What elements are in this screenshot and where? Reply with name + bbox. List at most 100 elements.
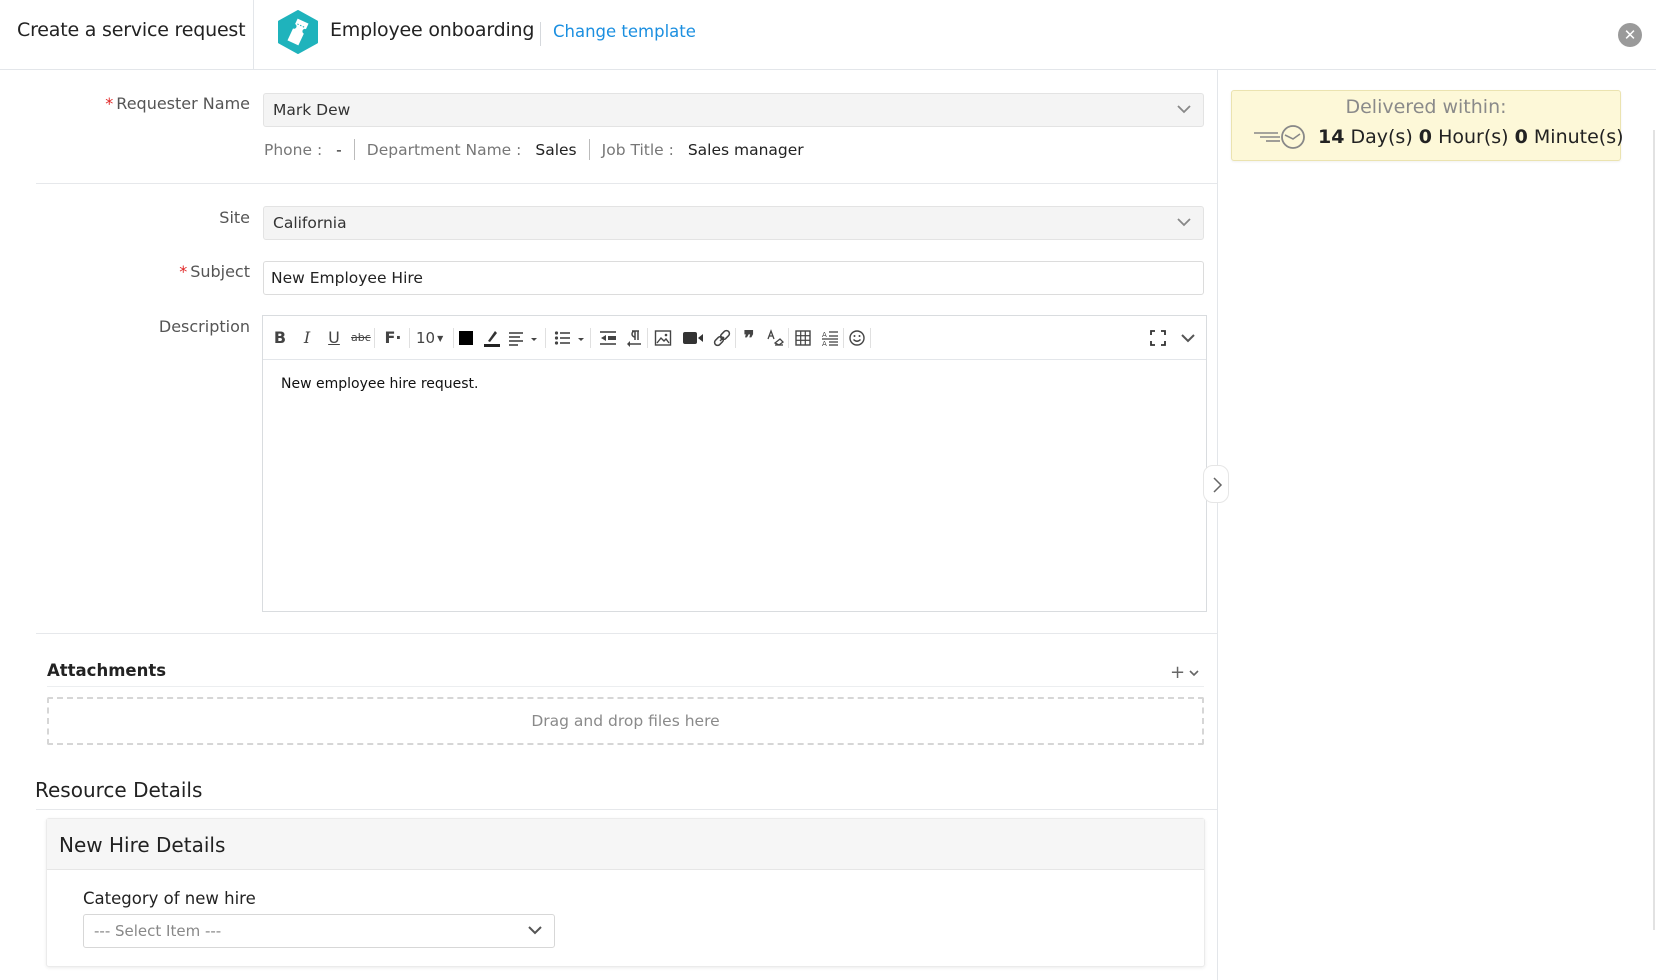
caret-down-icon: ▼: [437, 333, 444, 343]
font-size-dropdown[interactable]: 10 ▼: [416, 328, 450, 348]
italic-icon: I: [303, 328, 311, 347]
toolbar-separator: [374, 328, 375, 348]
insert-link-button[interactable]: [713, 328, 731, 348]
font-family-icon: F·: [384, 328, 402, 347]
new-hire-details-card: New Hire Details Category of new hire --…: [46, 818, 1205, 967]
editor-toolbar: B I U abc F· 10 ▼ ❞ AA: [263, 316, 1206, 360]
clear-format-button[interactable]: [766, 328, 784, 348]
insert-image-button[interactable]: [654, 328, 672, 348]
site-select[interactable]: California: [263, 206, 1204, 240]
line-height-icon: AA: [822, 331, 838, 348]
fast-clock-icon: [1254, 125, 1305, 149]
sla-days: 14: [1318, 126, 1345, 148]
category-select[interactable]: --- Select Item ---: [83, 914, 555, 948]
insert-table-button[interactable]: [794, 328, 812, 348]
file-dropzone[interactable]: Drag and drop files here: [47, 697, 1204, 745]
sla-duration: 14 Day(s) 0 Hour(s) 0 Minute(s): [1252, 123, 1624, 151]
description-label: Description: [158, 317, 250, 336]
divider: [588, 139, 590, 160]
list-dropdown[interactable]: [554, 328, 586, 348]
toolbar-separator: [870, 328, 871, 348]
sla-panel: Delivered within: 14 Day(s) 0 Hour(s) 0 …: [1231, 90, 1624, 161]
section-divider: [36, 183, 1217, 184]
font-size-value: 10: [416, 329, 436, 347]
blockquote-button[interactable]: ❞: [740, 328, 758, 348]
subject-input[interactable]: [263, 261, 1204, 295]
italic-button[interactable]: I: [299, 328, 315, 348]
subject-label: * Subject: [179, 262, 250, 281]
strikethrough-button[interactable]: abc: [351, 328, 371, 348]
link-icon: [713, 329, 731, 347]
requester-info: Phone : - Department Name : Sales Job Ti…: [264, 139, 804, 160]
sla-hours-unit: Hour(s): [1438, 126, 1509, 148]
line-height-button[interactable]: AA: [821, 328, 839, 348]
close-button[interactable]: ✕: [1618, 23, 1642, 47]
toolbar-separator: [788, 328, 789, 348]
fullscreen-button[interactable]: [1149, 328, 1167, 348]
insert-video-button[interactable]: [682, 328, 704, 348]
underline-icon: U: [328, 328, 340, 347]
add-attachment-button[interactable]: +: [1170, 662, 1199, 683]
emoji-icon: [849, 330, 865, 346]
department-label: Department Name :: [366, 140, 522, 159]
table-icon: [795, 330, 811, 346]
bold-button[interactable]: B: [272, 328, 288, 348]
quote-icon: ❞: [743, 326, 755, 350]
description-editor[interactable]: B I U abc F· 10 ▼ ❞ AA New employee hire …: [262, 315, 1207, 612]
close-icon: ✕: [1623, 26, 1637, 44]
text-color-button[interactable]: [458, 328, 474, 348]
category-label: Category of new hire: [83, 889, 256, 908]
sla-title: Delivered within:: [1345, 96, 1507, 118]
category-placeholder: --- Select Item ---: [94, 922, 222, 940]
sla-minutes: 0: [1514, 126, 1528, 148]
divider: [36, 809, 1217, 810]
align-dropdown[interactable]: [508, 328, 540, 348]
header-divider: [253, 0, 254, 70]
outdent-icon: [600, 331, 616, 345]
bulleted-list-icon: [554, 331, 584, 345]
underline-button[interactable]: U: [326, 328, 342, 348]
fullscreen-icon: [1150, 330, 1166, 346]
toggle-right-pane-button[interactable]: [1203, 465, 1229, 503]
template-name: Employee onboarding: [330, 19, 535, 41]
divider: [353, 139, 355, 160]
chevron-down-icon: [1177, 105, 1191, 114]
paragraph-button[interactable]: [626, 328, 642, 348]
site-label: Site: [219, 208, 250, 227]
card-header: New Hire Details: [47, 819, 1204, 870]
strikethrough-icon: abc: [351, 331, 371, 344]
scrollbar[interactable]: [1653, 130, 1655, 930]
video-icon: [683, 332, 703, 344]
chevron-right-icon: [1213, 477, 1223, 493]
phone-label: Phone :: [264, 140, 323, 159]
chevron-down-icon: [1189, 669, 1199, 676]
text-color-icon: [459, 331, 473, 345]
description-content[interactable]: New employee hire request.: [281, 376, 478, 392]
toolbar-separator: [843, 328, 844, 348]
attachments-title: Attachments: [47, 661, 167, 680]
card-title: New Hire Details: [59, 833, 226, 857]
toolbar-separator: [735, 328, 736, 348]
svg-text:A: A: [822, 331, 827, 339]
highlight-icon: [484, 331, 500, 347]
emoji-button[interactable]: [848, 328, 866, 348]
requester-name-label: * Requester Name: [105, 94, 250, 113]
sla-hours: 0: [1418, 126, 1433, 148]
toolbar-separator: [409, 328, 410, 348]
toolbar-separator: [453, 328, 454, 348]
highlight-color-button[interactable]: [483, 328, 501, 348]
chevron-down-icon: [1177, 218, 1191, 227]
requester-name-select[interactable]: Mark Dew: [263, 93, 1204, 127]
toolbar-more-button[interactable]: [1180, 328, 1196, 348]
change-template-link[interactable]: Change template: [553, 22, 696, 41]
image-icon: [654, 330, 672, 346]
page-header: Create a service request Employee onboar…: [0, 0, 1656, 70]
indent-button[interactable]: [599, 328, 617, 348]
chevron-down-icon: [528, 926, 542, 935]
job-title-label: Job Title :: [601, 140, 674, 159]
toolbar-separator: [590, 328, 591, 348]
plus-icon: +: [1170, 662, 1186, 683]
sla-minutes-unit: Minute(s): [1533, 126, 1624, 148]
chevron-down-icon: [1181, 334, 1195, 343]
font-family-button[interactable]: F·: [382, 328, 404, 348]
